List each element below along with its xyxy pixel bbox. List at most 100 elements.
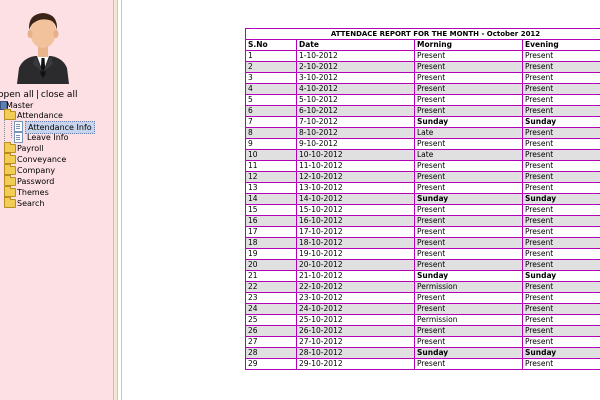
evening-cell: Present [521,237,600,249]
tree-item-label: Attendance [17,111,63,120]
table-row: 4 4-10-2012 Present Present [245,83,600,95]
date-cell: 21-10-2012 [296,270,415,282]
evening-cell: Sunday [521,193,600,205]
sno-cell: 24 [245,303,297,315]
sno-cell: 16 [245,215,297,227]
evening-cell: Present [521,127,600,139]
folder-icon [4,153,16,164]
morning-cell: Present [414,204,523,216]
evening-cell: Present [521,259,600,271]
morning-cell: Present [414,83,523,95]
evening-cell: Present [521,182,600,194]
table-row: 6 6-10-2012 Present Present [245,105,600,117]
tree-controls: open all | close all [0,90,77,100]
morning-cell: Present [414,336,523,348]
sno-cell: 17 [245,226,297,238]
sno-cell: 20 [245,259,297,271]
evening-cell: Present [521,325,600,337]
morning-cell: Present [414,50,523,62]
open-all-link[interactable]: open all [0,90,34,100]
morning-cell: Late [414,149,523,161]
morning-cell: Present [414,94,523,106]
evening-cell: Present [521,281,600,293]
morning-cell: Present [414,182,523,194]
column-header-evening: Evening [521,39,600,51]
morning-cell: Present [414,259,523,271]
sno-cell: 26 [245,325,297,337]
sno-cell: 19 [245,248,297,260]
table-row: 21 21-10-2012 Sunday Sunday [245,270,600,282]
table-row: 18 18-10-2012 Present Present [245,237,600,249]
folder-icon [4,197,16,208]
table-row: 8 8-10-2012 Late Present [245,127,600,139]
morning-cell: Permission [414,281,523,293]
table-row: 22 22-10-2012 Permission Present [245,281,600,293]
date-cell: 25-10-2012 [296,314,415,326]
tree-item-company[interactable]: Company [0,164,80,176]
table-row: 29 29-10-2012 Present Present [245,358,600,370]
folder-icon [4,142,16,153]
evening-cell: Present [521,336,600,348]
tree-item-themes[interactable]: Themes [0,186,80,198]
date-cell: 2-10-2012 [296,61,415,73]
table-row: 1 1-10-2012 Present Present [245,50,600,62]
table-row: 5 5-10-2012 Present Present [245,94,600,106]
sno-cell: 25 [245,314,297,326]
morning-cell: Permission [414,314,523,326]
tree-item-conveyance[interactable]: Conveyance [0,153,80,165]
date-cell: 16-10-2012 [296,215,415,227]
sno-cell: 13 [245,182,297,194]
folder-icon [4,164,16,175]
sno-cell: 15 [245,204,297,216]
morning-cell: Sunday [414,347,523,359]
tree-item-label: Payroll [17,144,44,153]
table-row: 16 16-10-2012 Present Present [245,215,600,227]
table-row: 27 27-10-2012 Present Present [245,336,600,348]
evening-cell: Sunday [521,116,600,128]
date-cell: 28-10-2012 [296,347,415,359]
morning-cell: Present [414,325,523,337]
column-header-date: Date [296,39,415,51]
report-body: 1 1-10-2012 Present Present 2 2-10-2012 Presen… [245,50,600,370]
morning-cell: Late [414,127,523,139]
table-row: 26 26-10-2012 Present Present [245,325,600,337]
page-icon [14,132,23,143]
tree-item-password[interactable]: Password [0,175,80,187]
morning-cell: Present [414,303,523,315]
sno-cell: 27 [245,336,297,348]
folder-open-icon [4,109,16,120]
sno-cell: 22 [245,281,297,293]
date-cell: 17-10-2012 [296,226,415,238]
tree-item-attendance-info[interactable]: Attendance Info [0,121,100,134]
folder-icon [4,186,16,197]
sno-cell: 28 [245,347,297,359]
morning-cell: Present [414,215,523,227]
table-row: 24 24-10-2012 Present Present [245,303,600,315]
evening-cell: Present [521,72,600,84]
tree-item-attendance[interactable]: Attendance [0,109,80,121]
column-header-sno: S.No [245,39,297,51]
date-cell: 7-10-2012 [296,116,415,128]
attendance-report-table: ATTENDACE REPORT FOR THE MONTH - October… [244,28,600,370]
close-all-link[interactable]: close all [41,90,78,100]
frame-splitter[interactable] [114,0,118,400]
date-cell: 27-10-2012 [296,336,415,348]
tree-item-leave-info[interactable]: Leave Info [0,132,100,143]
morning-cell: Sunday [414,270,523,282]
sno-cell: 14 [245,193,297,205]
tree-item-search[interactable]: Search [0,197,80,209]
date-cell: 1-10-2012 [296,50,415,62]
evening-cell: Present [521,160,600,172]
date-cell: 3-10-2012 [296,72,415,84]
morning-cell: Present [414,171,523,183]
evening-cell: Present [521,50,600,62]
table-row: 7 7-10-2012 Sunday Sunday [245,116,600,128]
tree-item-payroll[interactable]: Payroll [0,142,80,154]
date-cell: 6-10-2012 [296,105,415,117]
table-row: 28 28-10-2012 Sunday Sunday [245,347,600,359]
evening-cell: Present [521,61,600,73]
tree-item-label: Company [17,166,56,175]
sno-cell: 5 [245,94,297,106]
sno-cell: 6 [245,105,297,117]
table-row: 10 10-10-2012 Late Present [245,149,600,161]
